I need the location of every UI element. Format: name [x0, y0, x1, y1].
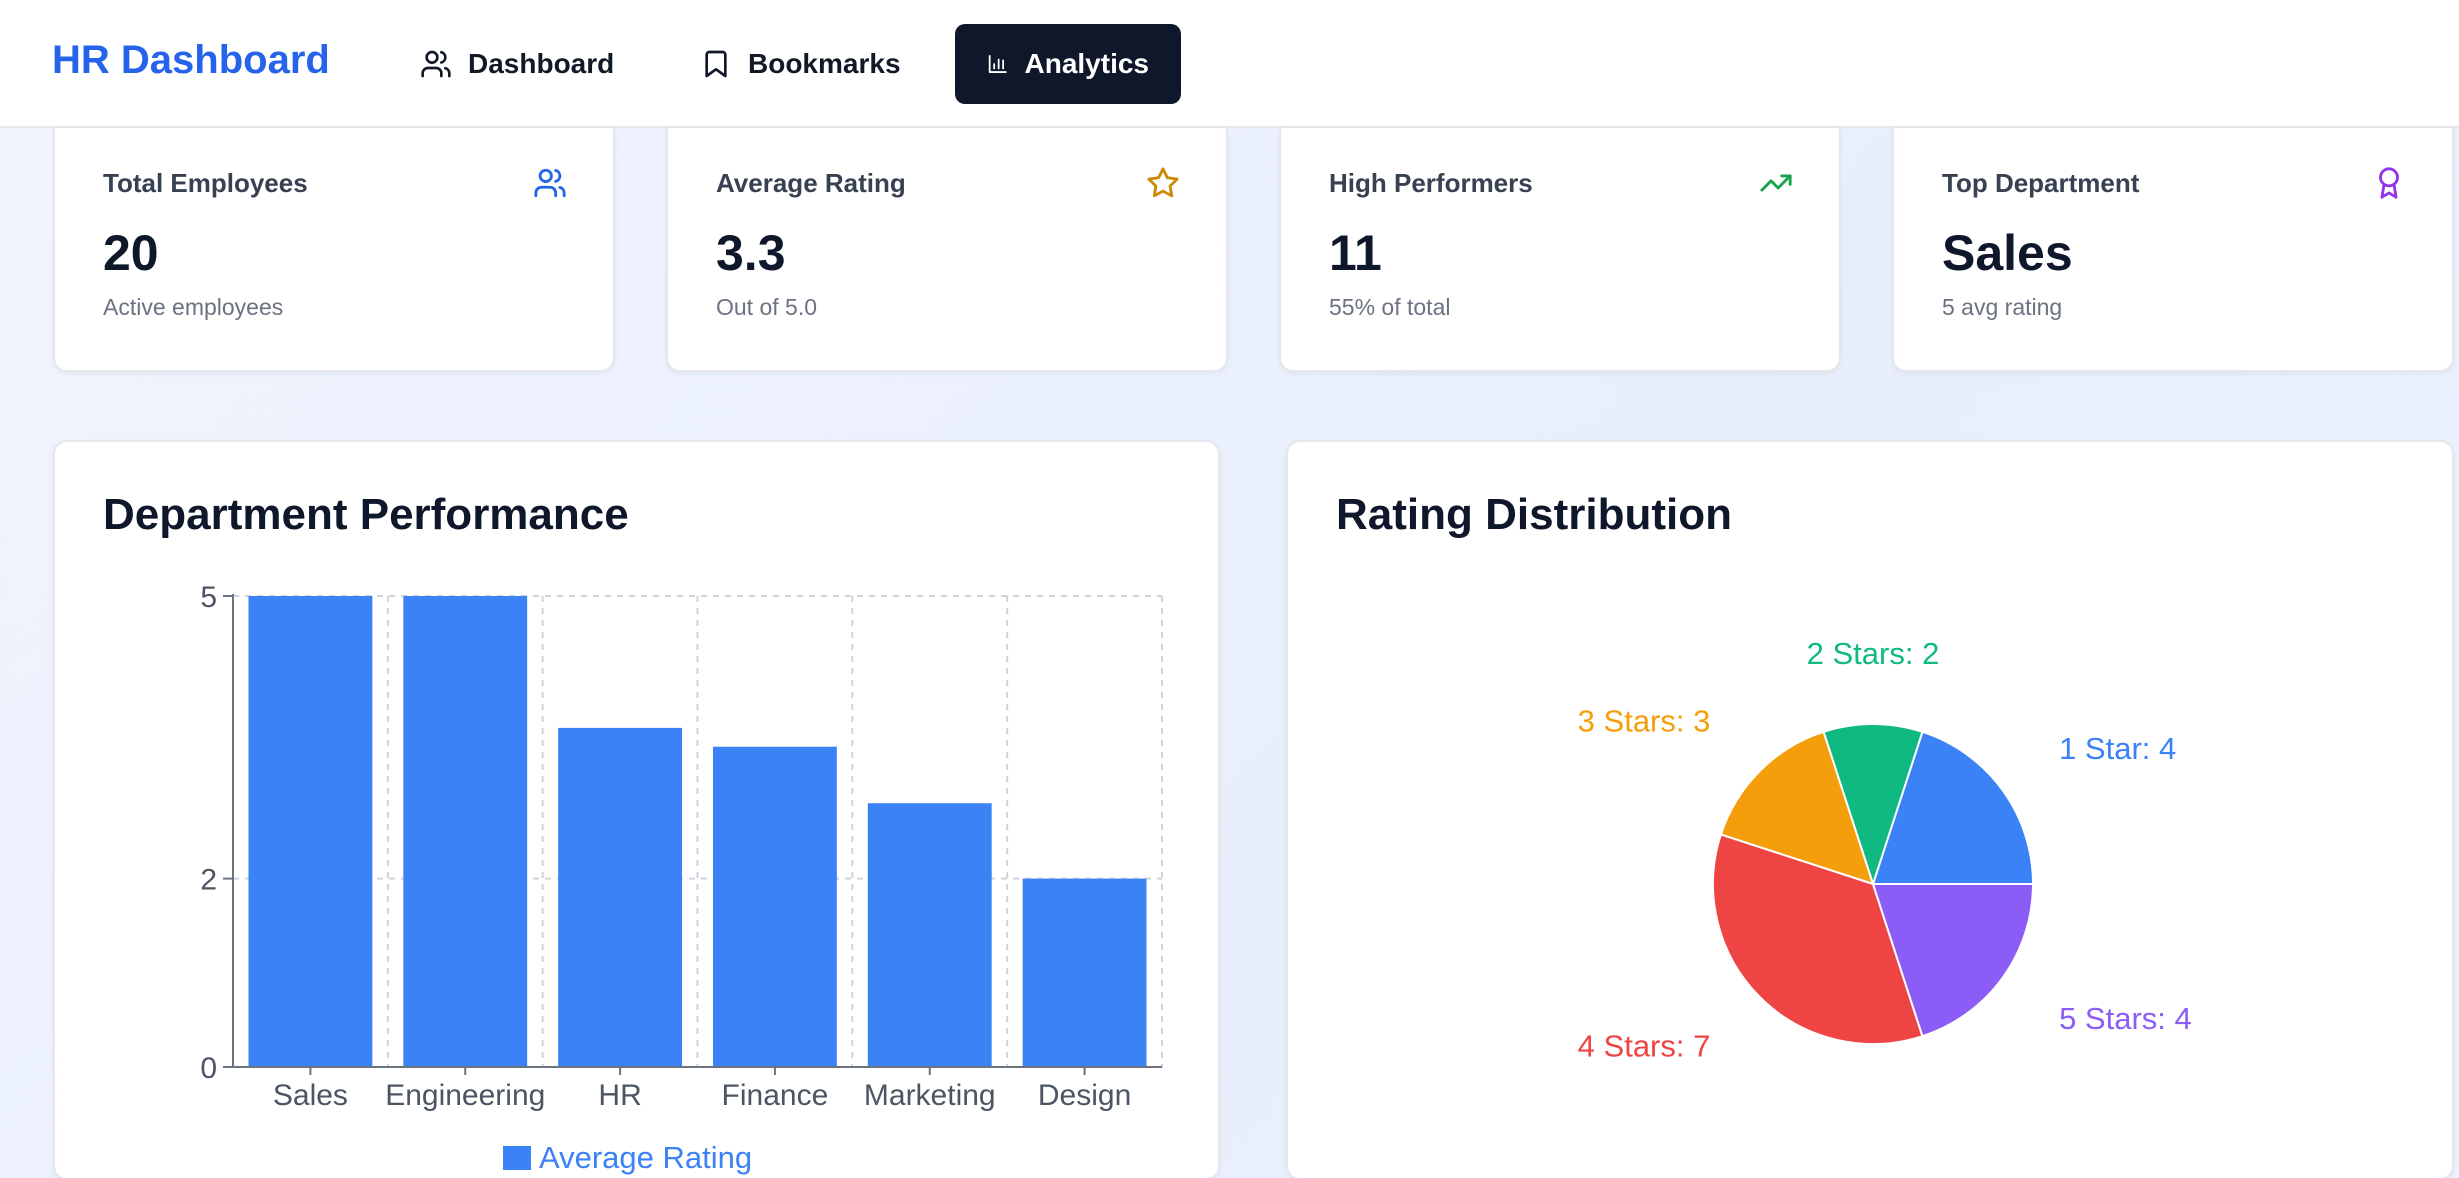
stat-card-top-department: Top Department Sales 5 avg rating	[1892, 128, 2454, 372]
stat-subtext: Active employees	[103, 294, 284, 320]
x-tick-label: Marketing	[864, 1079, 996, 1112]
nav-dashboard-button[interactable]: Dashboard	[388, 24, 646, 104]
bar-finance	[712, 746, 837, 1067]
nav-analytics-button[interactable]: Analytics	[955, 24, 1181, 104]
stat-title: Top Department	[1942, 168, 2140, 198]
department-performance-panel: Department Performance 0 2 5 Sales Engineeri…	[53, 440, 1220, 1178]
x-tick-label: HR	[598, 1079, 641, 1112]
y-tick-label: 2	[200, 864, 217, 897]
pie-label: 4 Stars: 7	[1578, 1029, 1711, 1064]
stat-subtext: 55% of total	[1329, 294, 1451, 320]
star-icon	[1147, 167, 1179, 198]
stat-title: High Performers	[1329, 168, 1533, 198]
stat-value: 3.3	[716, 225, 786, 281]
trending-up-icon	[1760, 174, 1792, 192]
chart-legend: Average Rating	[503, 1140, 752, 1175]
stat-subtext: 5 avg rating	[1942, 294, 2063, 320]
nav-analytics-label: Analytics	[1024, 48, 1150, 79]
users-icon	[534, 168, 566, 198]
bar-design	[1022, 878, 1147, 1067]
y-tick-label: 5	[200, 581, 217, 614]
bar-sales	[248, 596, 373, 1067]
bar-hr	[558, 727, 683, 1067]
x-tick-label: Finance	[722, 1079, 829, 1112]
rating-distribution-panel: Rating Distribution 1 Star: 42 Stars: 23…	[1286, 440, 2454, 1178]
stat-value: 11	[1329, 225, 1382, 281]
stat-title: Total Employees	[103, 168, 308, 198]
rating-pie-chart: 1 Star: 4 2 Stars: 2 3 Stars: 3 4 Stars: 7 5…	[1578, 636, 2192, 1064]
y-tick-label: 0	[200, 1052, 217, 1085]
pie-label: 2 Stars: 2	[1807, 636, 1940, 671]
department-bar-chart: 0 2 5 Sales Engineering HR Finance Marketing Des…	[200, 581, 1163, 1175]
top-navigation-bar: HR Dashboard Dashboard Bookmarks Analyti…	[0, 0, 2459, 128]
pie-label: 1 Star: 4	[2059, 731, 2176, 766]
bar-engineering	[403, 596, 528, 1067]
legend-swatch	[503, 1146, 531, 1170]
stat-title: Average Rating	[716, 168, 906, 198]
x-tick-label: Design	[1038, 1079, 1131, 1112]
nav-dashboard-label: Dashboard	[468, 48, 615, 79]
nav-bookmarks-button[interactable]: Bookmarks	[668, 24, 933, 104]
stat-subtext: Out of 5.0	[716, 294, 818, 320]
x-tick-label: Engineering	[385, 1079, 545, 1112]
users-icon	[421, 50, 451, 78]
bar-chart-icon	[988, 55, 1007, 73]
bookmark-icon	[705, 50, 727, 78]
pie-label: 3 Stars: 3	[1578, 703, 1711, 738]
pie-label: 5 Stars: 4	[2059, 1001, 2192, 1036]
award-icon	[2379, 167, 2399, 199]
brand-title[interactable]: HR Dashboard	[52, 38, 330, 83]
stat-value: Sales	[1942, 225, 2073, 281]
stat-card-average-rating: Average Rating 3.3 Out of 5.0	[666, 128, 1228, 372]
stat-card-high-performers: High Performers 11 55% of total	[1279, 128, 1841, 372]
nav-bookmarks-label: Bookmarks	[748, 48, 901, 79]
bar-marketing	[867, 803, 992, 1067]
legend-label: Average Rating	[539, 1140, 752, 1175]
x-tick-label: Sales	[273, 1079, 348, 1112]
stat-card-total-employees: Total Employees 20 Active employees	[53, 128, 615, 372]
stat-value: 20	[103, 225, 159, 281]
